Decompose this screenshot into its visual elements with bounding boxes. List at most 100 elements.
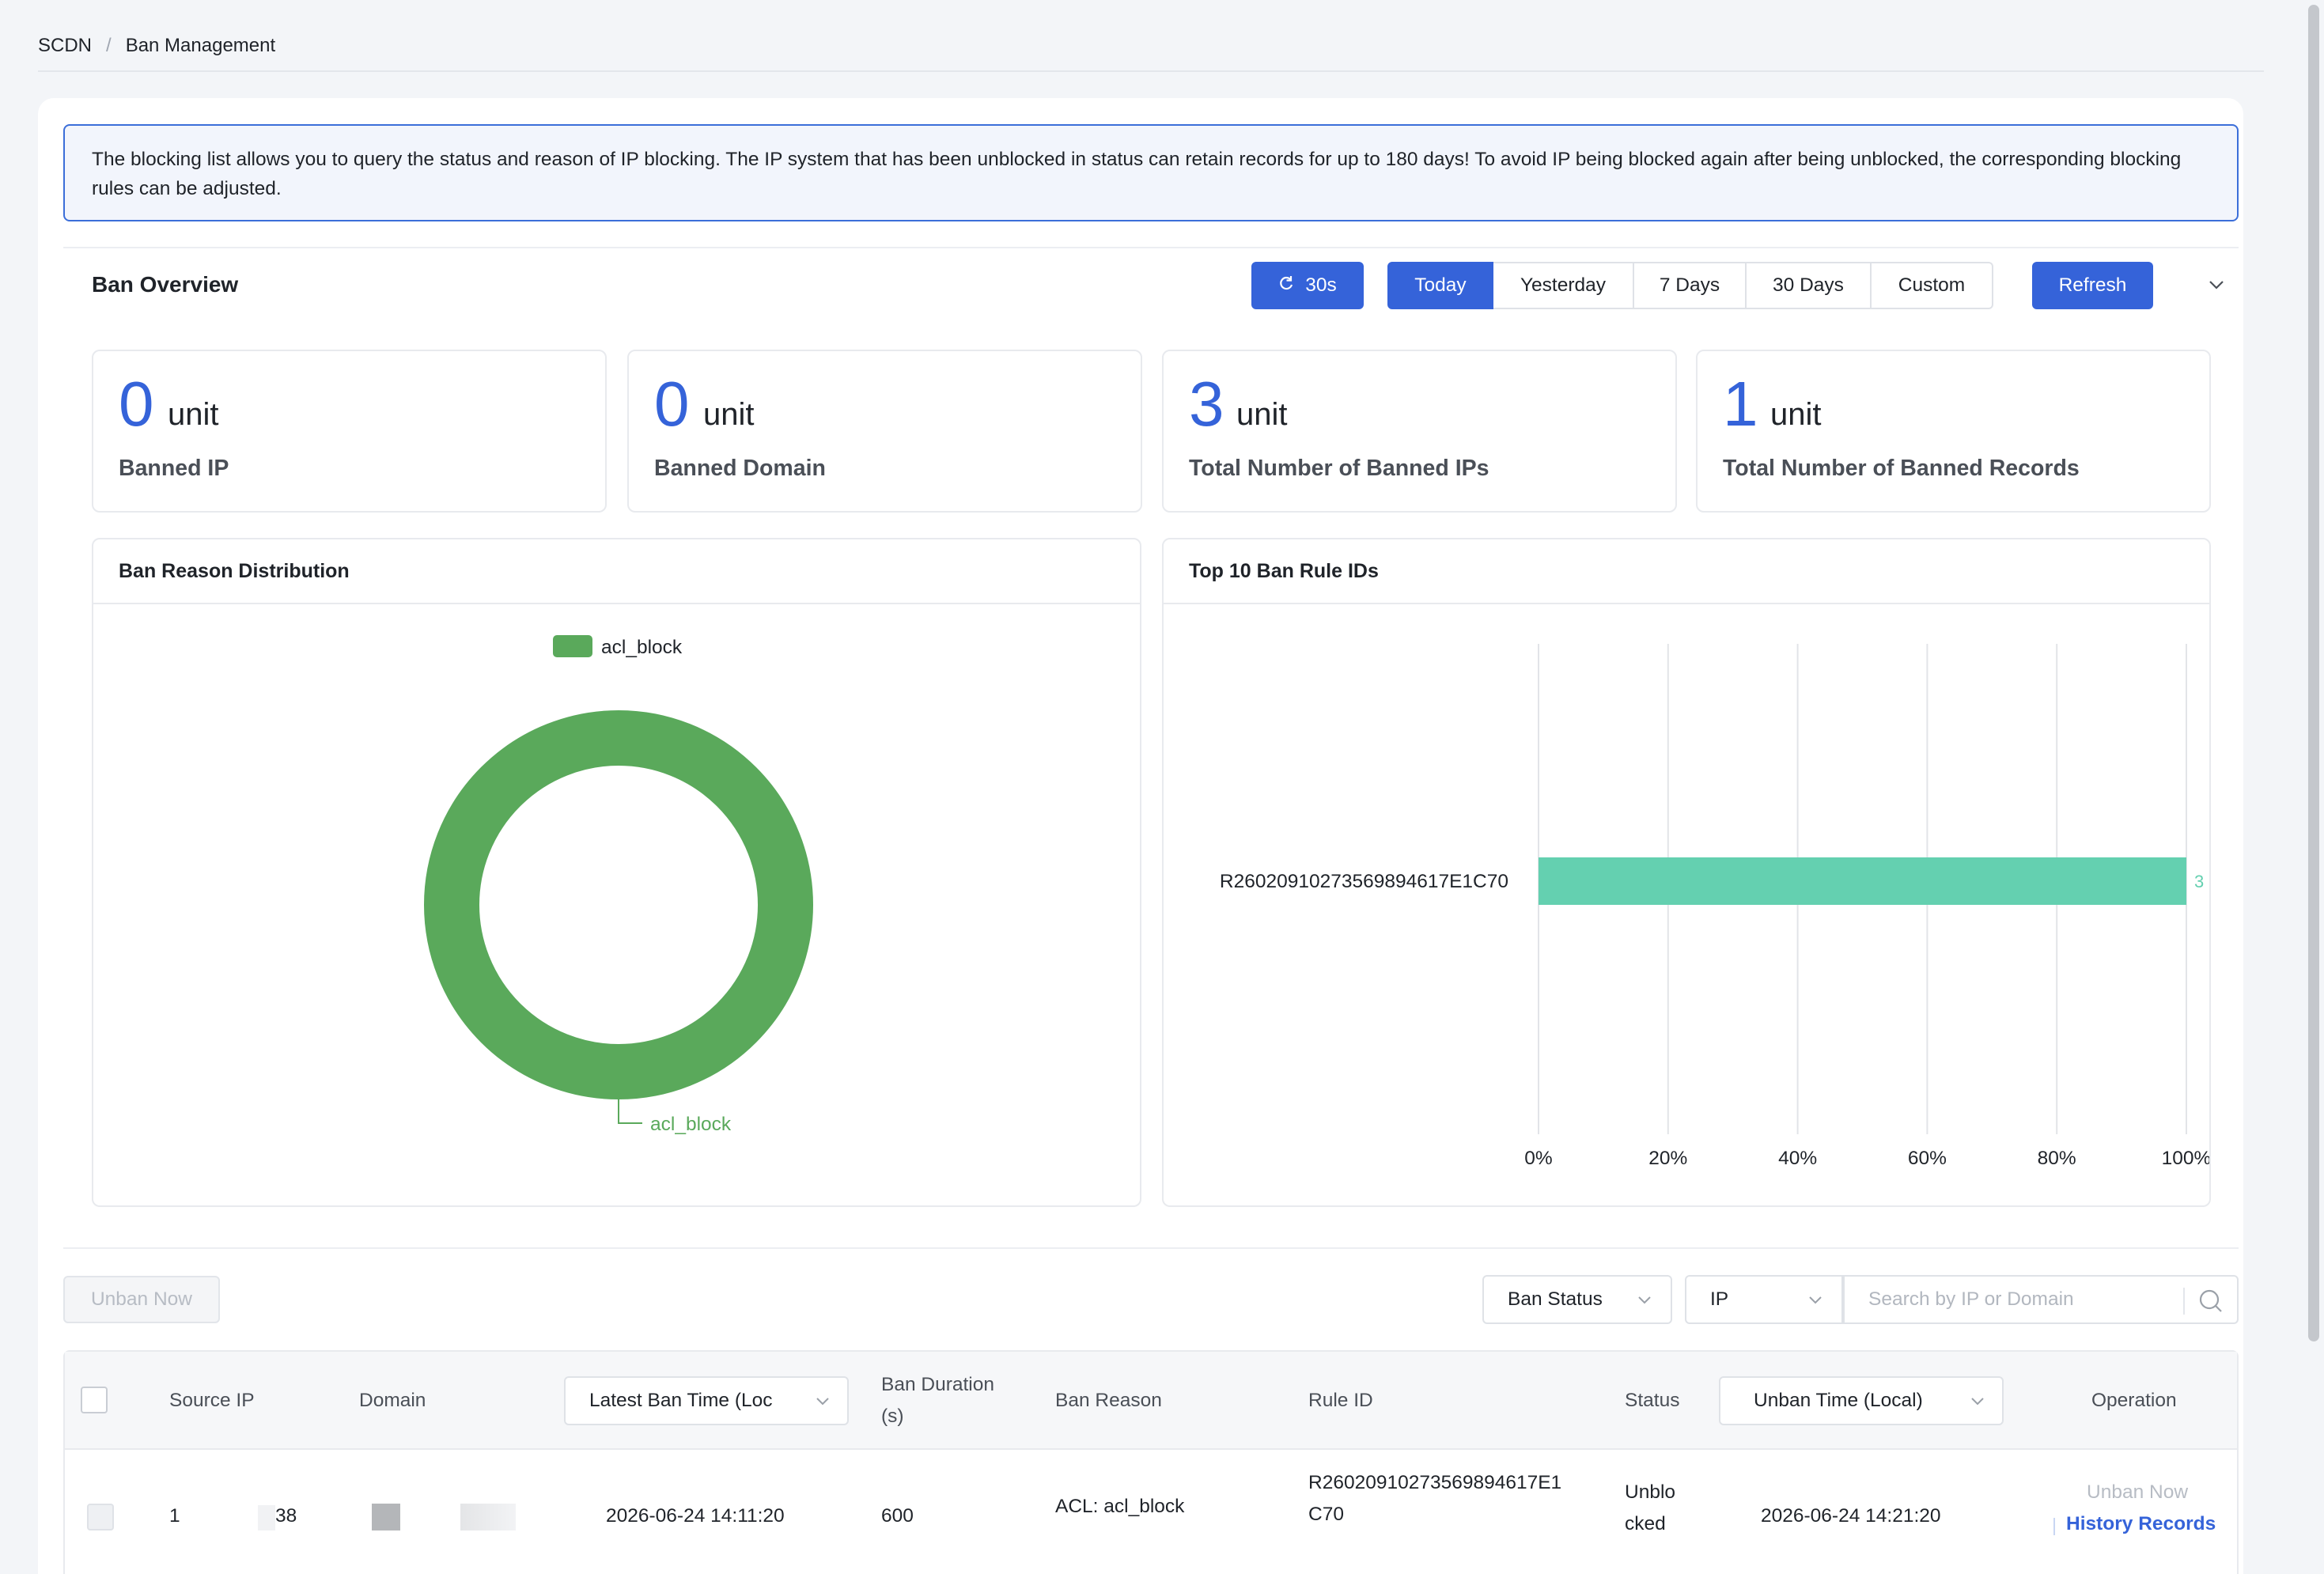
- stat-label: Total Number of Banned IPs: [1189, 456, 1489, 481]
- top-rule-ids-bar-chart: 0% 20% 40% 60% 80% 100% R26020910273569894617E…: [1220, 644, 2209, 1169]
- row-status-cont: cked: [1625, 1513, 1666, 1534]
- stat-unit: unit: [1236, 397, 1288, 432]
- stat-value: 3: [1189, 369, 1224, 439]
- range-today[interactable]: Today: [1387, 262, 1493, 309]
- row-unban-now-link[interactable]: Unban Now: [2087, 1477, 2188, 1508]
- range-custom-label: Custom: [1898, 274, 1966, 296]
- domain-redaction: [400, 1504, 448, 1530]
- unban-now-label: Unban Now: [90, 1288, 192, 1310]
- header-ban-duration: Ban Duration: [881, 1374, 995, 1395]
- domain-redaction: [460, 1504, 516, 1530]
- breadcrumb-current: Ban Management: [125, 35, 276, 56]
- ban-records-table: Source IP Domain Latest Ban Time (Loc Ba…: [63, 1350, 2239, 1574]
- auto-refresh-button[interactable]: 30s: [1251, 262, 1364, 309]
- range-7-days-label: 7 Days: [1659, 274, 1720, 296]
- x-tick-label: 100%: [2162, 1148, 2209, 1169]
- source-ip-redaction: [182, 1505, 225, 1530]
- info-notice-text: The blocking list allows you to query th…: [92, 149, 2182, 199]
- stat-unit: unit: [703, 397, 755, 432]
- chevron-down-icon: [2209, 281, 2224, 289]
- header-domain: Domain: [359, 1390, 426, 1411]
- row-status: Unblo: [1625, 1481, 1676, 1503]
- section-divider: [63, 247, 2239, 248]
- chevron-down-icon: [816, 1398, 829, 1406]
- bar: [1539, 857, 2186, 905]
- range-today-label: Today: [1414, 274, 1467, 296]
- table-header: Source IP Domain Latest Ban Time (Loc Ba…: [65, 1352, 2237, 1450]
- legend-swatch: [553, 635, 592, 657]
- chevron-down-icon: [1638, 1296, 1651, 1304]
- breadcrumb-divider: [38, 70, 2264, 72]
- donut-slice-acl_block: [424, 710, 813, 1099]
- stat-label: Banned IP: [119, 456, 229, 481]
- range-30-days-label: 30 Days: [1773, 274, 1844, 296]
- slice-label: acl_block: [650, 1114, 732, 1135]
- operation-divider: [2053, 1518, 2055, 1535]
- y-category-label: R26020910273569894617E1C70: [1220, 871, 1508, 892]
- domain-redaction: [372, 1504, 400, 1530]
- search-type-select-value: IP: [1710, 1288, 1729, 1310]
- stat-unit: unit: [1770, 397, 1822, 432]
- row-unban-time: 2026-06-24 14:21:20: [1761, 1505, 1941, 1527]
- unban-time-filter[interactable]: Unban Time (Local): [1719, 1376, 2004, 1425]
- table-row: 1 38 2026-06-24 14:11:20 600 ACL: acl_bl…: [65, 1450, 2237, 1574]
- range-yesterday[interactable]: Yesterday: [1493, 262, 1634, 309]
- ban-status-select-value: Ban Status: [1508, 1288, 1603, 1310]
- slice-label-leader: [618, 1099, 642, 1124]
- stat-card-banned-domain: 0 unit Banned Domain: [627, 350, 1142, 513]
- range-7-days[interactable]: 7 Days: [1634, 262, 1747, 309]
- stat-unit: unit: [168, 397, 219, 432]
- chevron-down-icon: [1809, 1296, 1822, 1304]
- refresh-button[interactable]: Refresh: [2032, 262, 2153, 309]
- stat-value: 1: [1723, 369, 1758, 439]
- select-all-checkbox[interactable]: [81, 1387, 108, 1413]
- header-ban-reason: Ban Reason: [1055, 1390, 1162, 1411]
- overview-title: Ban Overview: [92, 272, 239, 297]
- latest-ban-time-filter[interactable]: Latest Ban Time (Loc: [564, 1376, 849, 1425]
- breadcrumb-root[interactable]: SCDN: [38, 35, 92, 57]
- header-operation: Operation: [2091, 1390, 2177, 1411]
- source-ip-redaction: [258, 1505, 275, 1530]
- section-divider: [63, 1247, 2239, 1249]
- page-scrollbar-thumb[interactable]: [2308, 5, 2319, 1341]
- row-history-records-link[interactable]: History Records: [2066, 1508, 2216, 1540]
- range-custom[interactable]: Custom: [1872, 262, 1993, 309]
- search-input[interactable]: [1845, 1277, 2169, 1322]
- range-yesterday-label: Yesterday: [1520, 274, 1607, 296]
- search-box: [1843, 1275, 2239, 1324]
- top-rule-ids-panel: Top 10 Ban Rule IDs 0% 20% 40% 60% 80% 100% R2…: [1162, 538, 2211, 1207]
- row-latest-ban-time: 2026-06-24 14:11:20: [606, 1505, 785, 1527]
- row-ban-duration: 600: [881, 1505, 914, 1527]
- search-type-select[interactable]: IP: [1685, 1275, 1843, 1324]
- auto-refresh-label: 30s: [1305, 274, 1337, 296]
- ban-status-select[interactable]: Ban Status: [1482, 1275, 1672, 1324]
- x-tick-label: 0%: [1524, 1148, 1552, 1169]
- stat-label: Banned Domain: [654, 456, 826, 481]
- row-rule-id: R26020910273569894617E1: [1308, 1472, 1562, 1493]
- legend-label: acl_block: [601, 637, 683, 658]
- header-rule-id: Rule ID: [1308, 1390, 1373, 1411]
- refresh-button-label: Refresh: [2058, 274, 2127, 296]
- breadcrumb: SCDN / Ban Management: [38, 32, 275, 60]
- row-rule-id-cont: C70: [1308, 1504, 1344, 1525]
- x-tick-label: 40%: [1778, 1148, 1817, 1169]
- breadcrumb-separator: /: [106, 35, 112, 56]
- stat-card-banned-ip: 0 unit Banned IP: [92, 350, 607, 513]
- stat-value: 0: [119, 369, 154, 439]
- search-divider: [2183, 1288, 2185, 1315]
- stat-card-total-banned-ips: 3 unit Total Number of Banned IPs: [1162, 350, 1677, 513]
- collapse-overview-toggle[interactable]: [2201, 269, 2232, 301]
- row-checkbox[interactable]: [87, 1504, 114, 1530]
- header-source-ip: Source IP: [169, 1390, 255, 1411]
- stat-value: 0: [654, 369, 690, 439]
- unban-now-button[interactable]: Unban Now: [63, 1276, 220, 1323]
- search-icon[interactable]: [2197, 1288, 2224, 1315]
- range-30-days[interactable]: 30 Days: [1747, 262, 1872, 309]
- x-tick-label: 20%: [1648, 1148, 1687, 1169]
- stat-card-total-banned-records: 1 unit Total Number of Banned Records: [1696, 350, 2211, 513]
- refresh-cycle-icon: [1278, 275, 1294, 296]
- unban-time-filter-label: Unban Time (Local): [1754, 1390, 1923, 1411]
- bar-value-label: 3: [2194, 872, 2204, 891]
- header-ban-duration-unit: (s): [881, 1406, 904, 1427]
- row-source-ip-start: 1: [169, 1505, 180, 1527]
